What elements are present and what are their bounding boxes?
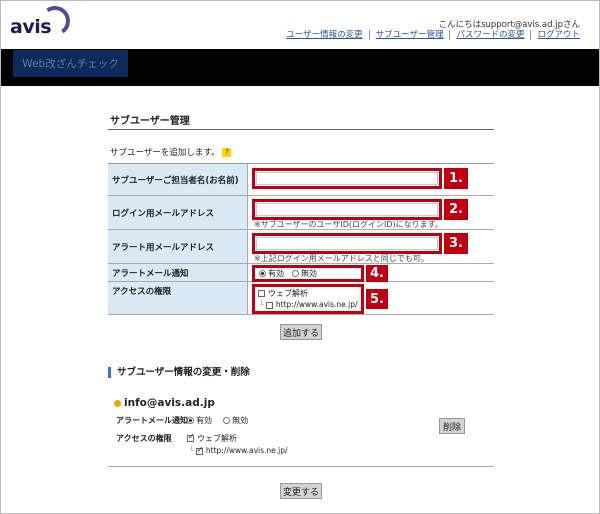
bottom-divider	[108, 466, 494, 467]
login-email-highlight	[252, 199, 442, 220]
step-number-4: 4.	[366, 265, 388, 282]
update-button[interactable]: 変更する	[280, 483, 322, 499]
alert-email-highlight	[252, 233, 442, 254]
existing-perm-label: ウェブ解析	[197, 434, 237, 443]
greeting-text: こんにちはsupport@avis.ad.jpさん	[438, 20, 580, 30]
existing-alert-on-radio[interactable]	[187, 417, 194, 424]
nav-sub-user[interactable]: サブユーザー管理	[368, 30, 450, 40]
login-email-input[interactable]	[256, 203, 438, 216]
name-input[interactable]	[256, 172, 438, 185]
tab-web-check[interactable]: Web改ざんチェック	[13, 50, 128, 77]
alert-off-label: 無効	[301, 269, 317, 278]
field-alert-email: 3. ※上記ログイン用メールアドレスと同じでも可。	[248, 230, 494, 263]
delete-button[interactable]: 削除	[439, 418, 465, 434]
tree-branch-icon: └	[259, 300, 264, 309]
sub-user-email: info@avis.ad.jp	[124, 397, 215, 409]
existing-alert-options: 有効 無効	[187, 415, 248, 426]
label-login-email: ログイン用メールアドレス	[108, 196, 248, 229]
logo-text: avis	[10, 16, 52, 38]
intro-text: サブユーザーを追加します。 ?	[110, 146, 232, 158]
bullet-icon	[114, 399, 121, 407]
top-nav: ユーザー情報の変更 サブユーザー管理 パスワードの変更 ログアウト	[280, 30, 586, 40]
title-divider	[108, 129, 494, 130]
row-alert-email: アラート用メールアドレス 3. ※上記ログイン用メールアドレスと同じでも可。	[108, 230, 494, 264]
access-highlight: ウェブ解析 └ http://www.avis.ne.jp/	[252, 284, 364, 314]
existing-alert-off-radio[interactable]	[223, 417, 231, 424]
label-alert-email: アラート用メールアドレス	[108, 230, 248, 263]
existing-access-label: アクセスの権限	[116, 434, 172, 443]
row-name: サブユーザーご担当者名(お名前) 1.	[108, 164, 494, 196]
step-number-2: 2.	[444, 199, 468, 220]
existing-alert-on-label: 有効	[196, 416, 212, 425]
field-alert-notify: 有効 無効 4.	[248, 264, 494, 282]
alert-on-label: 有効	[268, 269, 284, 278]
name-highlight	[252, 168, 442, 189]
site-checkbox[interactable]	[265, 301, 273, 309]
existing-tree-branch-icon: └	[189, 446, 194, 455]
alert-on-radio[interactable]	[259, 270, 266, 277]
existing-alert-label: アラートメール通知	[116, 416, 188, 425]
step-number-3: 3.	[444, 233, 468, 254]
existing-site-checkbox[interactable]	[195, 445, 204, 455]
perm-web-analysis-label: ウェブ解析	[268, 289, 308, 298]
nav-user-info[interactable]: ユーザー情報の変更	[280, 30, 368, 40]
existing-perm-checkbox[interactable]	[187, 432, 195, 442]
perm-web-analysis-checkbox[interactable]	[258, 290, 265, 297]
alert-off-radio[interactable]	[292, 270, 299, 277]
nav-logout[interactable]: ログアウト	[530, 30, 586, 40]
field-access: ウェブ解析 └ http://www.avis.ne.jp/ 5.	[248, 282, 494, 314]
label-access: アクセスの権限	[108, 282, 248, 314]
nav-password[interactable]: パスワードの変更	[449, 30, 530, 40]
row-access: アクセスの権限 ウェブ解析 └ http://www.avis.ne.jp/ 5…	[108, 282, 494, 315]
existing-site-label: http://www.avis.ne.jp/	[205, 446, 288, 455]
login-email-note: ※サブユーザーのユーザID(ログインID)になります。	[254, 220, 443, 229]
step-number-5: 5.	[366, 289, 388, 309]
edit-section-title: サブユーザー情報の変更・削除	[108, 367, 250, 378]
field-login-email: 2. ※サブユーザーのユーザID(ログインID)になります。	[248, 196, 494, 229]
row-login-email: ログイン用メールアドレス 2. ※サブユーザーのユーザID(ログインID)になり…	[108, 196, 494, 230]
page-title: サブユーザー管理	[110, 116, 190, 127]
avis-logo[interactable]: avis	[10, 3, 73, 42]
existing-alert-off-label: 無効	[232, 416, 249, 425]
alert-notify-highlight: 有効 無効	[252, 265, 364, 282]
step-number-1: 1.	[444, 168, 468, 189]
field-name: 1.	[248, 164, 494, 195]
help-icon[interactable]: ?	[222, 147, 232, 157]
site-label: http://www.avis.ne.jp/	[275, 300, 358, 309]
label-name: サブユーザーご担当者名(お名前)	[108, 164, 248, 195]
header-bar: Web改ざんチェック	[1, 49, 599, 86]
row-alert-notify: アラートメール通知 有効 無効 4.	[108, 264, 494, 282]
alert-email-note: ※上記ログイン用メールアドレスと同じでも可。	[254, 254, 429, 263]
sub-user-entry: info@avis.ad.jp	[114, 397, 215, 409]
intro-label: サブユーザーを追加します。	[110, 148, 220, 158]
alert-email-input[interactable]	[256, 237, 438, 250]
label-alert-notify: アラートメール通知	[108, 264, 248, 281]
add-sub-user-form: サブユーザーご担当者名(お名前) 1. ログイン用メールアドレス 2. ※サブユ…	[108, 163, 494, 315]
add-button[interactable]: 追加する	[280, 324, 322, 340]
